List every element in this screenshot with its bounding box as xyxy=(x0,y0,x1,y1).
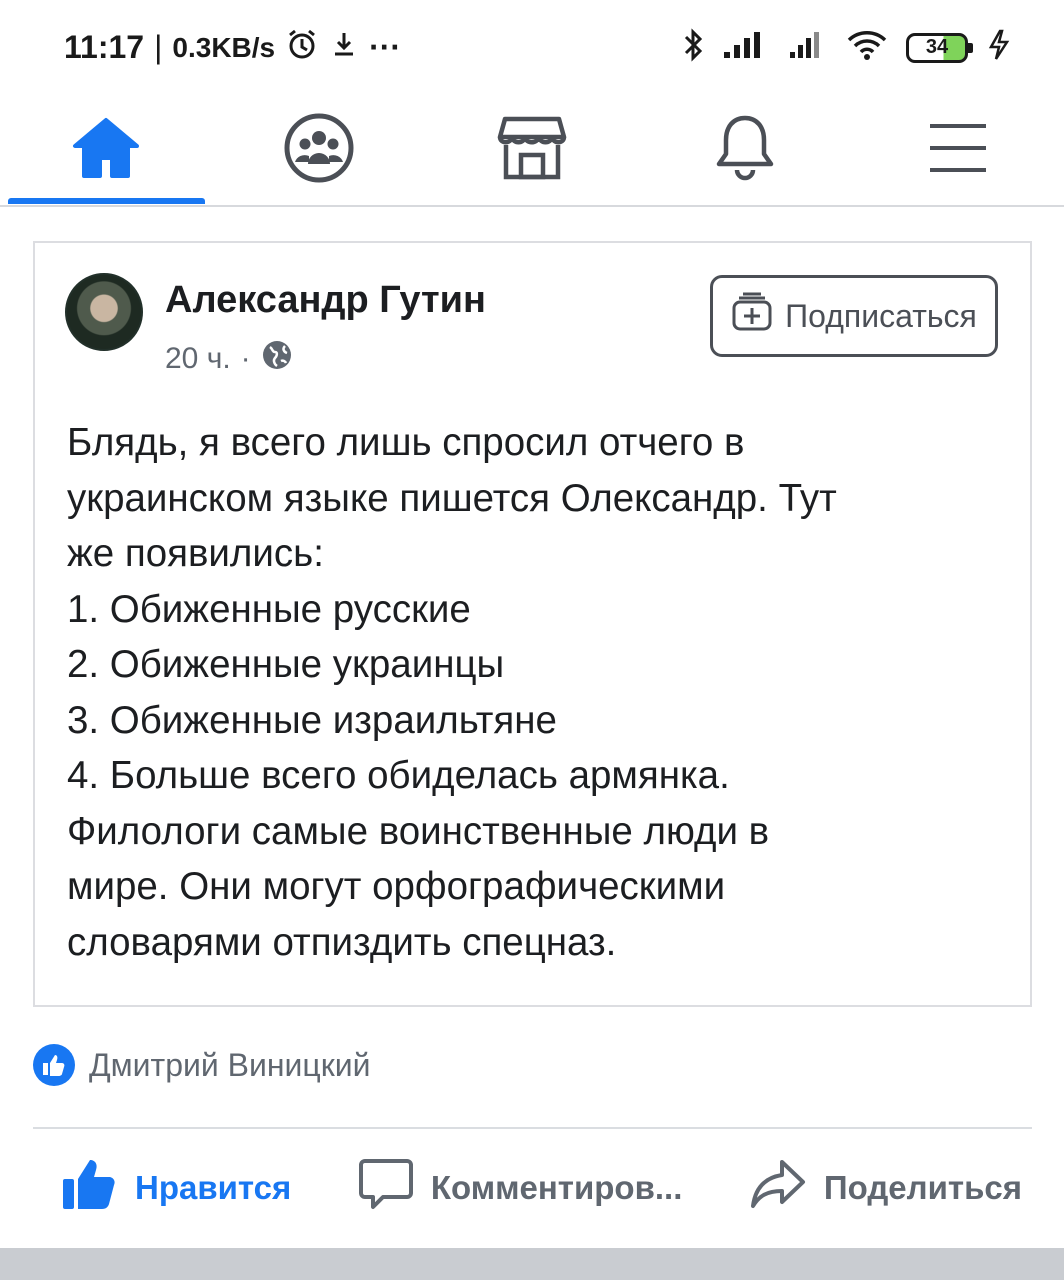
signal-icon xyxy=(722,30,770,65)
post-text: Блядь, я всего лишь спросил отчего в укр… xyxy=(67,415,997,970)
post-text-line: словарями отпиздить спецназ. xyxy=(67,920,617,964)
status-time: 11:17 xyxy=(64,29,145,65)
like-label: Нравится xyxy=(135,1168,292,1206)
status-bar: 11:17 | 0.3KB/s ··· 34 xyxy=(0,0,1064,95)
next-post-separator xyxy=(0,1248,1064,1280)
like-button[interactable]: Нравится xyxy=(61,1157,291,1219)
post-time[interactable]: 20 ч. xyxy=(165,342,231,376)
more-indicator: ··· xyxy=(369,29,402,65)
post-action-bar: Нравится Комментиров... Поделиться xyxy=(33,1140,1032,1235)
status-left: 11:17 | 0.3KB/s ··· xyxy=(64,27,401,69)
follow-button[interactable]: Подписаться xyxy=(710,275,998,357)
post-text-line: 1. Обиженные русские xyxy=(67,587,471,631)
post-text-line: 3. Обиженные израильтяне xyxy=(67,698,557,742)
thumbs-up-icon xyxy=(61,1157,117,1219)
nav-marketplace[interactable] xyxy=(462,100,602,200)
post-meta: 20 ч. · xyxy=(165,339,293,379)
alarm-icon xyxy=(285,27,319,69)
facebook-app-screen: 11:17 | 0.3KB/s ··· 34 Александр Гутин 2… xyxy=(0,0,1064,1280)
bluetooth-icon xyxy=(682,28,704,67)
post-text-line: же появились: xyxy=(67,532,324,575)
post-text-line: украинском языке пишется Олександр. Тут xyxy=(67,476,837,520)
nav-groups[interactable] xyxy=(249,100,389,200)
battery-icon: 34 xyxy=(906,32,973,63)
follow-label: Подписаться xyxy=(785,297,977,334)
meta-dot: · xyxy=(240,342,251,375)
nav-home[interactable] xyxy=(36,100,176,200)
share-icon xyxy=(750,1159,806,1217)
post-text-line: Блядь, я всего лишь спросил отчего в xyxy=(67,421,745,464)
like-badge-icon xyxy=(33,1044,75,1086)
post-text-line: мире. Они могут орфографическими xyxy=(67,865,726,908)
post-text-line: 2. Обиженные украинцы xyxy=(67,643,505,686)
nav-notifications[interactable] xyxy=(675,100,815,200)
marketplace-icon xyxy=(497,115,567,186)
avatar[interactable] xyxy=(65,273,143,351)
post-author-name[interactable]: Александр Гутин xyxy=(165,279,486,322)
reactions-summary[interactable]: Дмитрий Виницкий xyxy=(33,1044,370,1086)
share-button[interactable]: Поделиться xyxy=(750,1159,1022,1217)
comment-button[interactable]: Комментиров... xyxy=(358,1157,683,1219)
top-navigation xyxy=(0,95,1064,207)
divider xyxy=(33,1127,1032,1129)
nav-active-indicator xyxy=(8,198,205,204)
status-net-speed: 0.3KB/s xyxy=(172,31,276,63)
signal-icon-2 xyxy=(788,30,828,65)
globe-icon xyxy=(261,339,293,379)
comment-label: Комментиров... xyxy=(430,1168,683,1206)
menu-icon xyxy=(927,120,989,181)
wifi-icon xyxy=(846,29,888,66)
shared-post-card[interactable]: Александр Гутин 20 ч. · Подписаться Бляд… xyxy=(33,241,1032,1007)
comment-icon xyxy=(358,1157,413,1219)
battery-level: 34 xyxy=(925,36,949,58)
status-separator: | xyxy=(154,29,163,65)
nav-menu[interactable] xyxy=(888,100,1028,200)
charging-icon xyxy=(986,29,1012,66)
status-right: 34 xyxy=(682,28,1012,67)
share-label: Поделиться xyxy=(823,1168,1022,1206)
bell-icon xyxy=(713,112,777,189)
download-icon xyxy=(329,29,359,67)
post-text-line: Филологи самые воинственные люди в xyxy=(67,809,770,853)
home-icon xyxy=(71,116,141,185)
reactor-names: Дмитрий Виницкий xyxy=(89,1046,371,1083)
groups-icon xyxy=(283,112,355,189)
post-text-line: 4. Больше всего обиделась армянка. xyxy=(67,754,730,797)
follow-icon xyxy=(731,292,773,340)
